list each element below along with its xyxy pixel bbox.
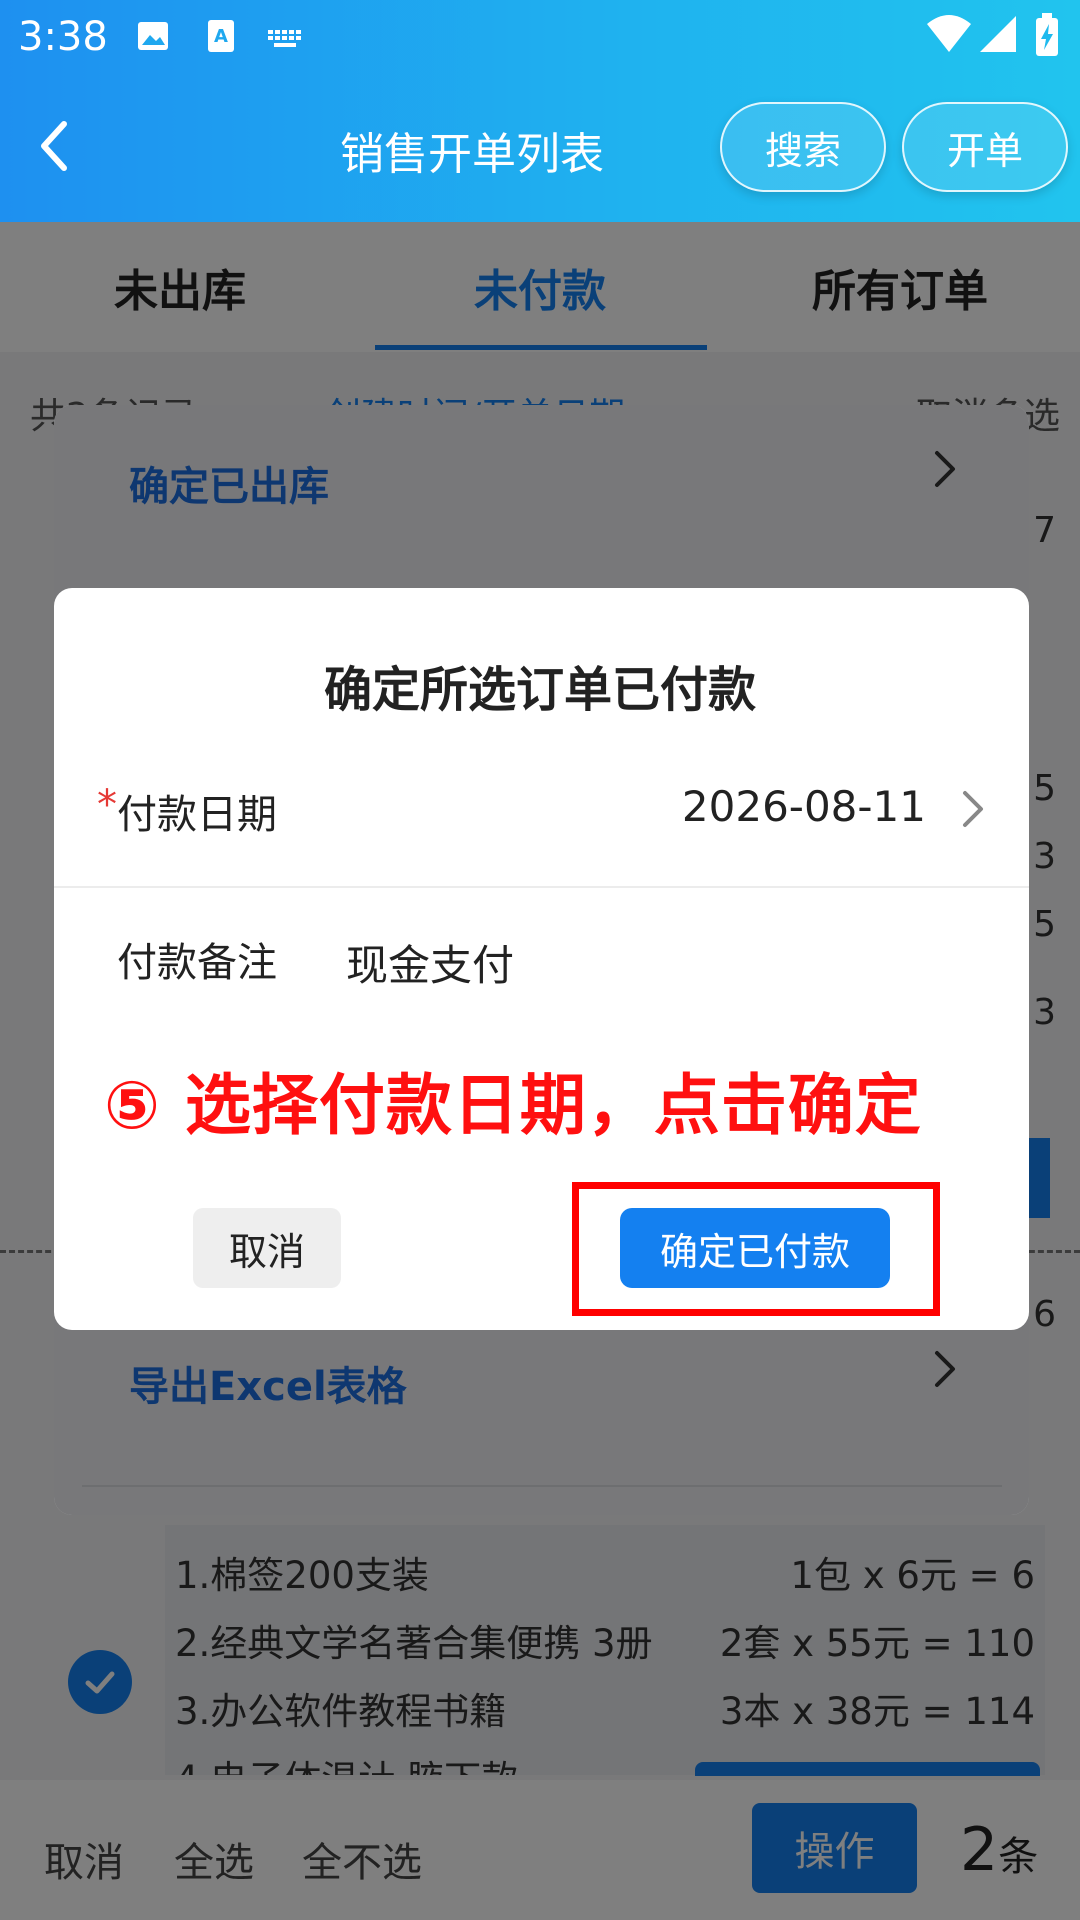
dialog-title: 确定所选订单已付款 [323, 662, 756, 718]
back-arrow-icon[interactable] [34, 118, 74, 174]
dialog-cancel-button[interactable]: 取消 [193, 1208, 341, 1288]
dialog-divider [54, 886, 1029, 888]
chevron-right-icon[interactable] [960, 788, 986, 830]
pay-date-label: 付款日期 [117, 792, 277, 838]
battery-icon [1036, 13, 1058, 56]
wifi-icon [927, 15, 971, 52]
tutorial-annotation: ⑤ 选择付款日期，点击确定 [104, 1067, 922, 1144]
required-mark: * [97, 782, 117, 828]
pay-date-value[interactable]: 2026-08-11 [682, 782, 926, 831]
pay-note-label: 付款备注 [117, 940, 277, 986]
create-order-button[interactable]: 开单 [902, 102, 1068, 192]
image-icon [138, 22, 168, 50]
highlight-box [572, 1182, 940, 1316]
search-button[interactable]: 搜索 [720, 102, 886, 192]
signal-icon [980, 16, 1016, 52]
keyboard-icon [268, 30, 301, 47]
app-header: 3:38 A 销售开单列表 搜索 开单 [0, 0, 1080, 222]
page-title: 销售开单列表 [340, 129, 604, 180]
pay-note-input[interactable]: 现金支付 [346, 932, 514, 993]
font-icon: A [208, 20, 234, 52]
svg-text:A: A [214, 26, 228, 47]
status-time: 3:38 [18, 14, 108, 60]
